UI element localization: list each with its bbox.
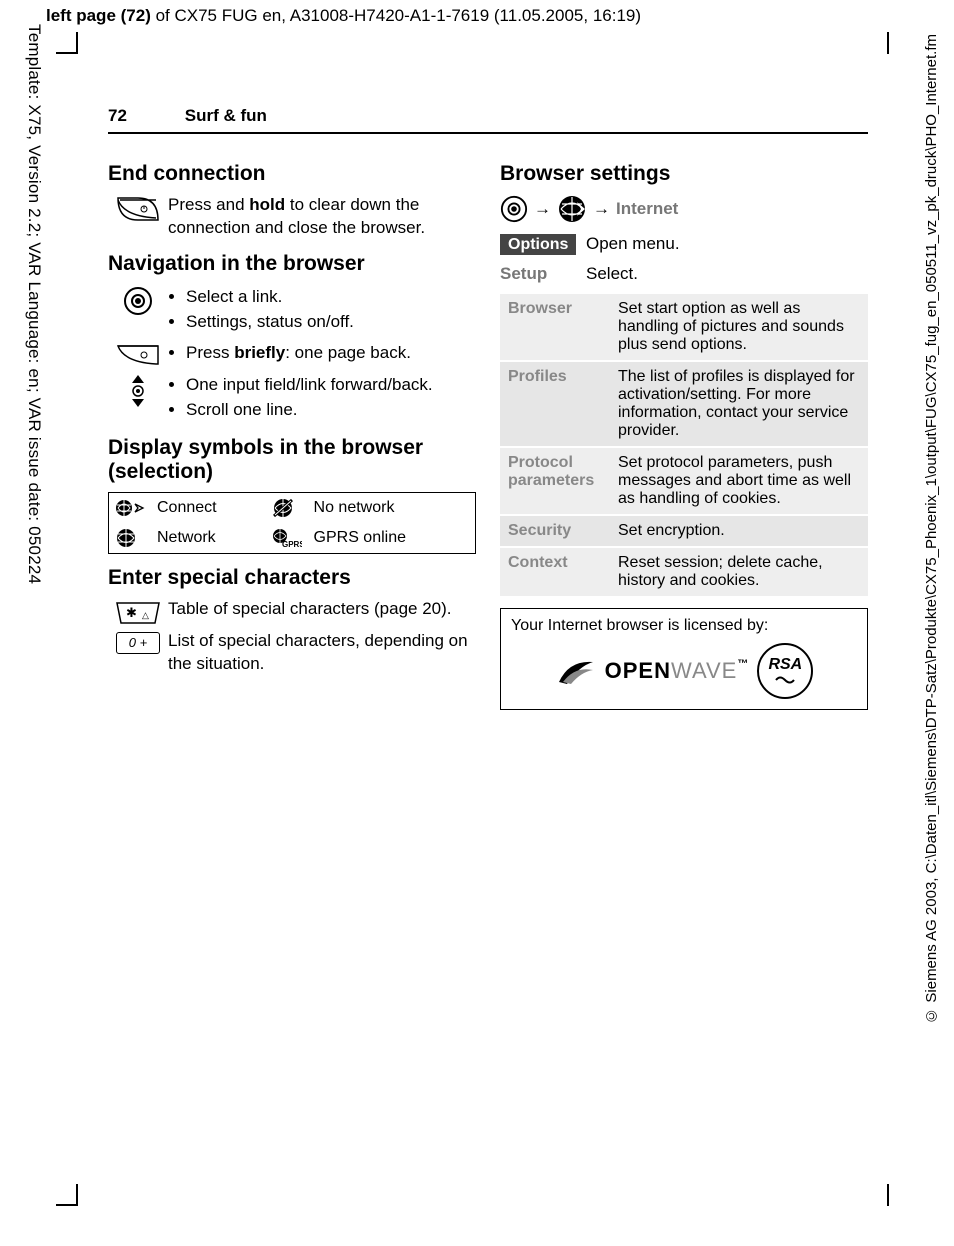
internet-label: Internet xyxy=(616,199,678,219)
table-row: Protocol parametersSet protocol paramete… xyxy=(500,447,868,515)
setting-desc: Set encryption. xyxy=(610,515,868,547)
nav-item: Select a link. xyxy=(186,286,476,309)
setup-label: Setup xyxy=(500,264,547,283)
settings-table: BrowserSet start option as well as handl… xyxy=(500,292,868,596)
page-meta-rest: of CX75 FUG en, A31008-H7420-A1-1-7619 (… xyxy=(151,6,641,25)
center-key-icon xyxy=(108,284,168,316)
setting-label: Browser xyxy=(500,293,610,361)
globe-slash-icon xyxy=(272,497,296,519)
symbol-label: No network xyxy=(308,492,476,523)
star-key-icon: ✱△ xyxy=(108,598,168,626)
svg-text:GPRS: GPRS xyxy=(282,540,302,549)
end-connection-text: Press and hold to clear down the connect… xyxy=(168,194,476,240)
page-number: 72 xyxy=(108,106,180,126)
setting-label: Profiles xyxy=(500,361,610,447)
center-key-icon xyxy=(500,195,528,223)
nav-item: One input field/link forward/back. xyxy=(186,374,476,397)
left-column: End connection Press and hold to clear d… xyxy=(108,150,476,710)
heading-display-symbols: Display symbols in the browser (selectio… xyxy=(108,436,476,484)
gprs-icon: GPRS xyxy=(272,527,302,549)
template-info-left: Template: X75, Version 2.2; VAR Language… xyxy=(24,24,44,584)
symbol-label: GPRS online xyxy=(308,523,476,554)
svg-text:△: △ xyxy=(142,610,149,620)
right-column: Browser settings → → Internet Options Op… xyxy=(500,150,868,710)
navigation-path: → → Internet xyxy=(500,194,868,224)
nav-item: Press briefly: one page back. xyxy=(186,342,476,365)
globe-icon xyxy=(115,527,137,549)
rsa-badge-icon: RSA xyxy=(757,643,813,699)
special-chars-text: List of special characters, depending on… xyxy=(168,630,476,676)
heading-end-connection: End connection xyxy=(108,162,476,186)
globe-arrows-icon xyxy=(115,498,145,518)
hangup-key-icon xyxy=(108,340,168,368)
page-meta-prefix: left page (72) xyxy=(46,6,151,25)
license-box: Your Internet browser is licensed by: OP… xyxy=(500,608,868,710)
table-row: BrowserSet start option as well as handl… xyxy=(500,293,868,361)
heading-navigation: Navigation in the browser xyxy=(108,252,476,276)
license-text: Your Internet browser is licensed by: xyxy=(511,617,857,635)
options-desc: Open menu. xyxy=(586,234,680,254)
symbol-label: Network xyxy=(151,523,266,554)
setting-desc: Set start option as well as handling of … xyxy=(610,293,868,361)
setting-desc: Set protocol parameters, push messages a… xyxy=(610,447,868,515)
table-row: ProfilesThe list of profiles is displaye… xyxy=(500,361,868,447)
page-header: 72 Surf & fun xyxy=(108,106,868,134)
openwave-swoosh-icon xyxy=(555,652,597,690)
options-softkey: Options xyxy=(500,234,576,255)
setting-desc: Reset session; delete cache, history and… xyxy=(610,547,868,596)
setting-label: Protocol parameters xyxy=(500,447,610,515)
heading-special-chars: Enter special characters xyxy=(108,566,476,590)
setting-label: Security xyxy=(500,515,610,547)
symbol-label: Connect xyxy=(151,492,266,523)
file-path-right: © Siemens AG 2003, C:\Daten_itl\Siemens\… xyxy=(923,34,940,1024)
nav-item: Settings, status on/off. xyxy=(186,311,476,334)
updown-key-icon xyxy=(108,372,168,408)
page-meta-header: left page (72) of CX75 FUG en, A31008-H7… xyxy=(46,6,641,26)
special-chars-text: Table of special characters (page 20). xyxy=(168,598,476,621)
zero-key-icon: 0 + xyxy=(108,630,168,654)
openwave-logo: OPENWAVE™ xyxy=(605,658,750,684)
arrow-icon: → xyxy=(534,199,551,219)
section-title: Surf & fun xyxy=(185,106,267,125)
heading-browser-settings: Browser settings xyxy=(500,162,868,186)
nav-item: Scroll one line. xyxy=(186,399,476,422)
setting-desc: The list of profiles is displayed for ac… xyxy=(610,361,868,447)
setting-label: Context xyxy=(500,547,610,596)
hangup-key-icon xyxy=(108,194,168,222)
arrow-icon: → xyxy=(593,199,610,219)
table-row: SecuritySet encryption. xyxy=(500,515,868,547)
setup-desc: Select. xyxy=(586,264,638,284)
symbols-table: Connect No network Network GPRS GPRS onl… xyxy=(108,492,476,554)
svg-text:✱: ✱ xyxy=(126,605,137,620)
internet-globe-icon xyxy=(557,194,587,224)
table-row: ContextReset session; delete cache, hist… xyxy=(500,547,868,596)
